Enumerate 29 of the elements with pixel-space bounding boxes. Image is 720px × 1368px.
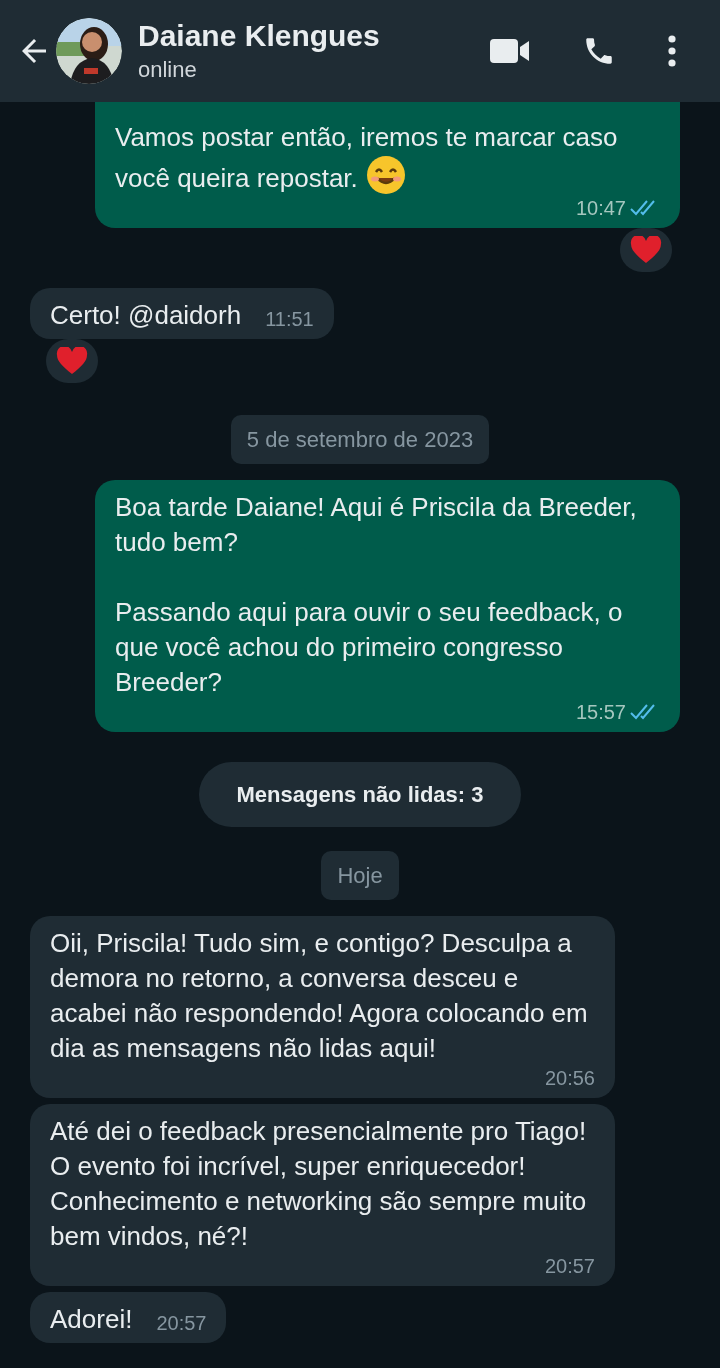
message-text: Oii, Priscila! Tudo sim, e contigo? Desculpa a demora no retorno, a conversa desceu e acabei não respondendo! Agora colocando em dia as mensagens não lidas aqui! bbox=[50, 927, 589, 1065]
message-bubble[interactable]: Certo! @daidorh 11:51 bbox=[30, 288, 334, 339]
unread-messages-banner: Mensagens não lidas: 3 bbox=[198, 762, 522, 827]
contact-name[interactable]: Daiane Klengues bbox=[138, 17, 380, 55]
message-time: 11:51 bbox=[265, 307, 314, 331]
message-time: 10:47 bbox=[575, 196, 626, 220]
reaction-badge[interactable] bbox=[46, 339, 98, 383]
message-bubble[interactable]: Até dei o feedback presencialmente pro Tiago! O evento foi incrível, super enriquecedor! Conhecimento e networking são sempre muito bem vindos, né?! 20:57 bbox=[30, 1104, 615, 1286]
message-time: 20:57 bbox=[544, 1254, 595, 1278]
message-time: 20:57 bbox=[156, 1311, 207, 1335]
contact-status: online bbox=[138, 56, 198, 84]
date-chip: 5 de setembro de 2023 bbox=[230, 415, 490, 464]
date-chip: Hoje bbox=[321, 851, 399, 900]
heart-icon bbox=[630, 236, 662, 264]
heart-icon bbox=[56, 347, 88, 375]
message-text: Certo! @daidorh bbox=[50, 299, 242, 332]
message-bubble[interactable]: Oii, Priscila! Tudo sim, e contigo? Desculpa a demora no retorno, a conversa desceu e acabei não respondendo! Agora colocando em dia as mensagens não lidas aqui! 20:56 bbox=[30, 916, 615, 1098]
message-text: Até dei o feedback presencialmente pro Tiago! O evento foi incrível, super enriquecedor! Conhecimento e networking são sempre muito bem vindos, né?! bbox=[50, 1115, 588, 1253]
message-bubble[interactable]: Adorei! 20:57 bbox=[30, 1292, 227, 1343]
message-text: Vamos postar então, iremos te marcar caso você queira repostar. bbox=[115, 121, 619, 196]
message-bubble[interactable]: Vamos postar então, iremos te marcar caso você queira repostar. 10:47 bbox=[95, 102, 680, 228]
message-text: Adorei! bbox=[50, 1303, 133, 1336]
message-time: 20:56 bbox=[544, 1066, 595, 1090]
message-time: 15:57 bbox=[575, 700, 626, 724]
message-bubble[interactable]: Boa tarde Daiane! Aqui é Priscila da Breeder, tudo bem? Passando aqui para ouvir o seu feedback, o que você achou do primeiro congresso Breeder? 15:57 bbox=[95, 480, 680, 732]
message-text: Boa tarde Daiane! Aqui é Priscila da Breeder, tudo bem? Passando aqui para ouvir o seu feedback, o que você achou do primeiro congresso Breeder? bbox=[115, 491, 638, 699]
reaction-badge[interactable] bbox=[620, 228, 672, 272]
more-icon[interactable] bbox=[668, 35, 676, 67]
video-call-icon[interactable] bbox=[490, 38, 530, 64]
